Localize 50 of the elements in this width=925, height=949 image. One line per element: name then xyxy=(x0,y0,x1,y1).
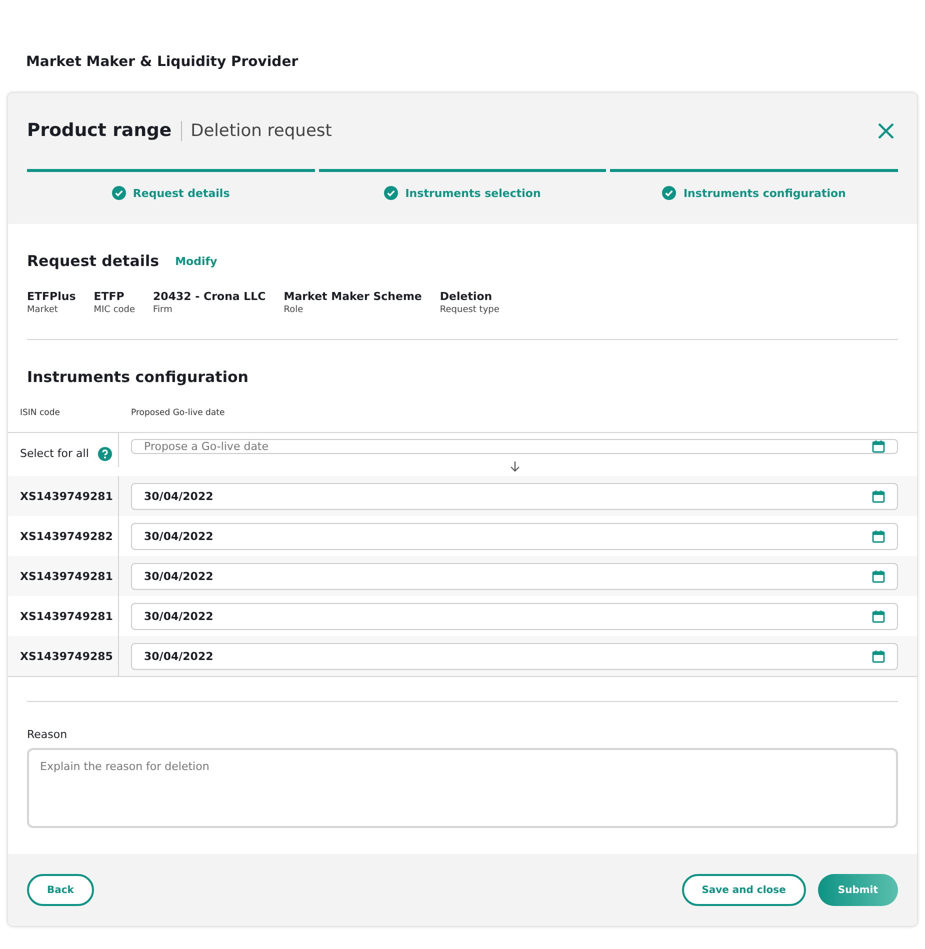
field-value: ETFP xyxy=(94,290,126,303)
close-icon[interactable] xyxy=(877,122,895,140)
date-field[interactable]: 30/04/2022 xyxy=(131,482,898,510)
check-circle-icon xyxy=(112,186,126,200)
calendar-icon[interactable] xyxy=(872,490,885,502)
reason-label: Reason xyxy=(27,728,68,741)
field-value: Deletion xyxy=(440,290,494,303)
column-header: Proposed Go-live date xyxy=(131,408,225,418)
step-label[interactable]: Instruments configuration xyxy=(683,186,846,200)
isin-code: XS1439749281 xyxy=(20,610,113,622)
page-title: Market Maker & Liquidity Provider xyxy=(26,53,300,72)
field-label: Role xyxy=(284,305,304,315)
column-header: ISIN code xyxy=(20,408,60,418)
date-field[interactable]: 30/04/2022 xyxy=(131,642,898,670)
field-value: Market Maker Scheme xyxy=(284,290,422,303)
check-circle-icon xyxy=(662,186,676,200)
field-value: 20432 - Crona LLC xyxy=(153,290,266,303)
date-field[interactable]: 30/04/2022 xyxy=(131,602,898,630)
isin-code: XS1439749281 xyxy=(20,490,113,502)
check-circle-icon xyxy=(384,186,398,200)
save-and-close-button[interactable]: Save and close xyxy=(682,874,806,906)
help-icon[interactable] xyxy=(98,447,112,461)
arrow-down-icon xyxy=(510,461,520,472)
isin-code: XS1439749281 xyxy=(20,570,113,582)
calendar-icon[interactable] xyxy=(872,570,885,582)
calendar-icon[interactable] xyxy=(872,440,885,453)
calendar-icon[interactable] xyxy=(872,650,885,662)
submit-button[interactable]: Submit xyxy=(818,874,898,906)
field-label: Firm xyxy=(153,305,174,315)
calendar-icon[interactable] xyxy=(872,530,885,542)
field-value: ETFPlus xyxy=(27,290,76,303)
back-button[interactable]: Back xyxy=(27,874,94,906)
date-field[interactable]: 30/04/2022 xyxy=(131,522,898,550)
dialog-subtitle: Deletion request xyxy=(190,121,332,141)
calendar-icon[interactable] xyxy=(872,610,885,622)
section-heading: Request details xyxy=(27,252,160,270)
select-for-all-label: Select for all xyxy=(20,447,89,460)
isin-code: XS1439749282 xyxy=(20,530,113,542)
date-field[interactable]: Propose a Go-live date xyxy=(131,439,898,454)
field-label: Request type xyxy=(440,305,500,315)
step-label[interactable]: Request details xyxy=(132,186,230,200)
modify-link[interactable]: Modify xyxy=(175,254,218,268)
field-label: MIC code xyxy=(94,305,136,315)
isin-code: XS1439749285 xyxy=(20,650,113,662)
field-label: Market xyxy=(27,305,59,315)
step-label[interactable]: Instruments selection xyxy=(405,186,541,200)
reason-field[interactable]: Explain the reason for deletion xyxy=(27,748,898,828)
dialog-title: Product range xyxy=(27,121,182,141)
section-heading: Instruments configuration xyxy=(27,368,250,386)
date-field[interactable]: 30/04/2022 xyxy=(131,562,898,590)
